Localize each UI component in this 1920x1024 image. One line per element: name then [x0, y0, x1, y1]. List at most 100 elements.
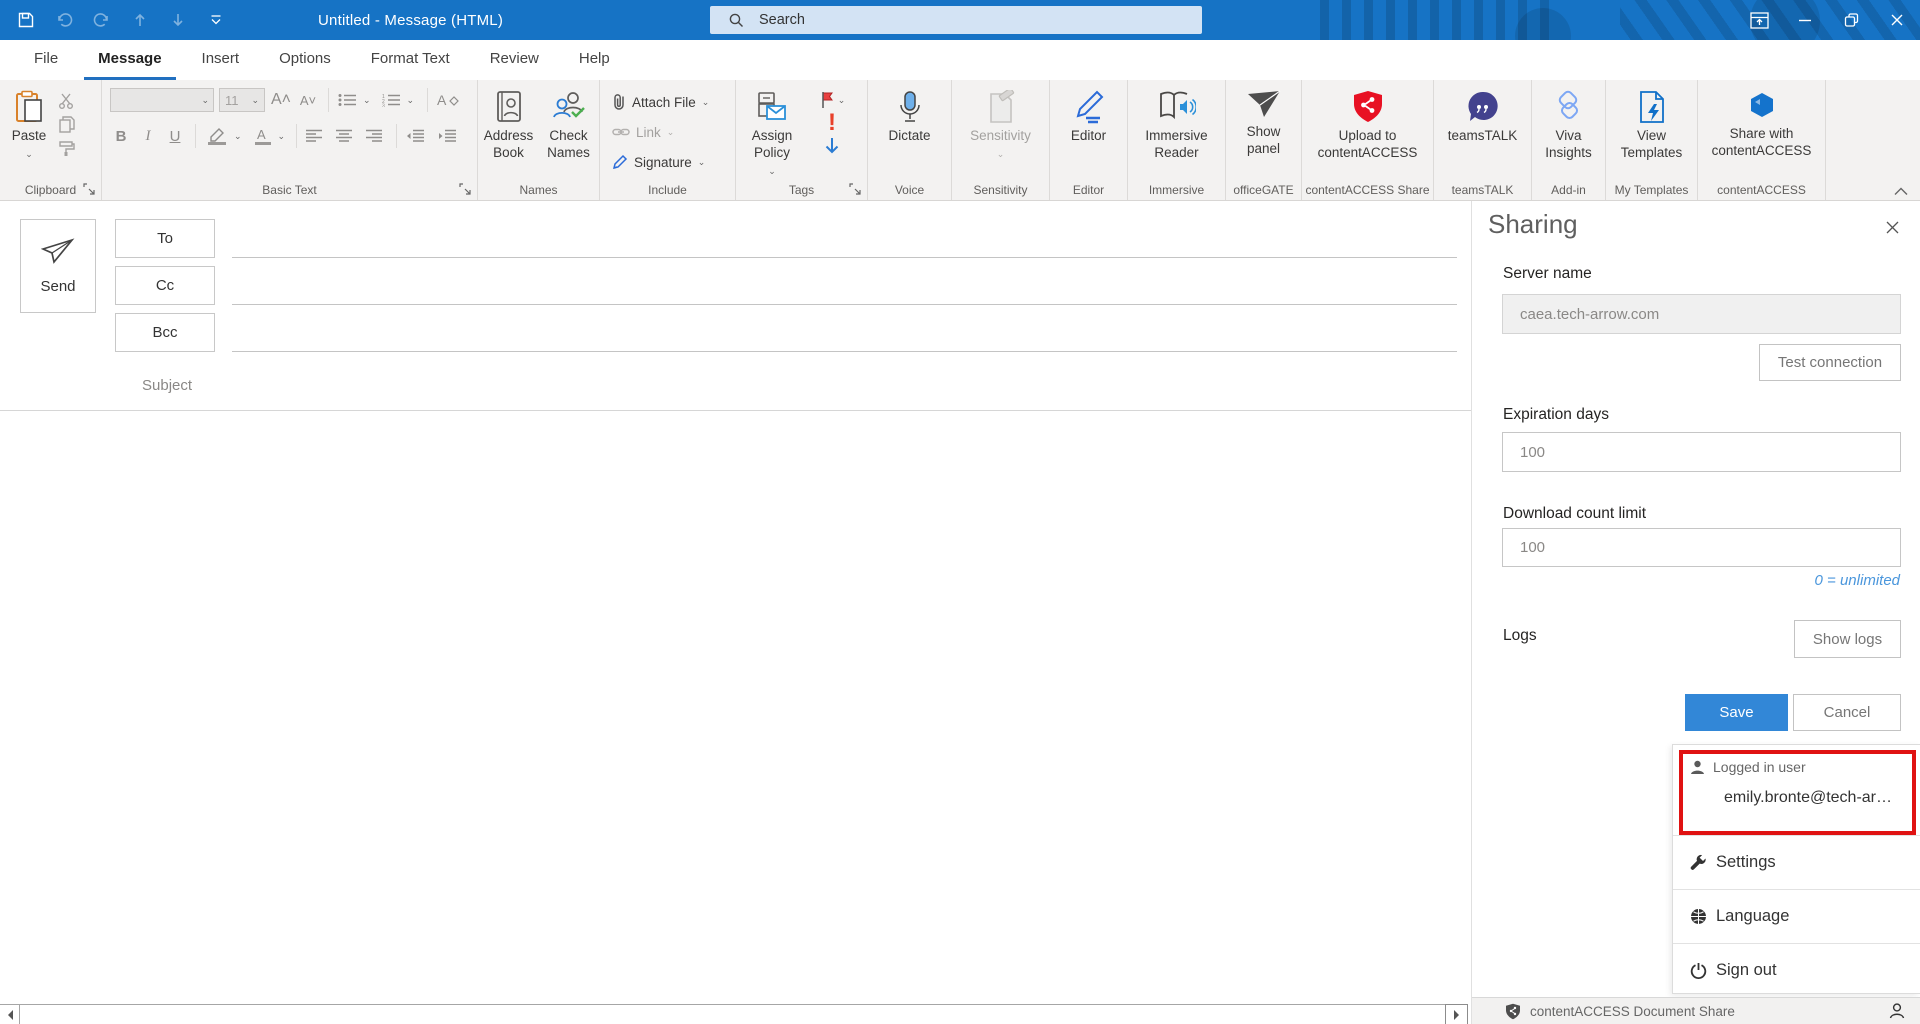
paste-button[interactable]: Paste ⌄	[0, 85, 58, 177]
show-logs-button[interactable]: Show logs	[1794, 620, 1901, 658]
basic-text-dialog-launcher-icon[interactable]	[459, 183, 472, 196]
scroll-right-icon[interactable]	[1445, 1004, 1468, 1024]
address-book-button[interactable]: Address Book	[479, 85, 539, 177]
dictate-button[interactable]: Dictate	[875, 85, 945, 177]
follow-up-flag-icon[interactable]	[819, 91, 835, 109]
editor-button[interactable]: Editor	[1057, 85, 1121, 177]
check-names-button[interactable]: Check Names	[539, 85, 599, 177]
show-panel-button[interactable]: Show panel	[1229, 85, 1299, 177]
menu-item-settings[interactable]: Settings	[1673, 836, 1920, 889]
italic-button[interactable]: I	[137, 128, 159, 145]
cancel-button[interactable]: Cancel	[1793, 694, 1901, 731]
align-center-icon[interactable]	[336, 129, 353, 143]
shrink-font-icon[interactable]: A˅	[297, 93, 319, 108]
immersive-reader-button[interactable]: Immersive Reader	[1131, 85, 1223, 177]
officegate-plane-icon	[1246, 90, 1282, 120]
highlight-color-icon[interactable]	[205, 127, 229, 145]
test-connection-button[interactable]: Test connection	[1759, 344, 1901, 381]
download-count-limit-input[interactable]: 100	[1502, 528, 1901, 567]
server-name-input[interactable]: caea.tech-arrow.com	[1502, 294, 1901, 334]
view-templates-button[interactable]: View Templates	[1609, 85, 1695, 177]
ribbon-group-names: Address Book Check Names Names	[478, 80, 600, 200]
menu-item-sign-out[interactable]: Sign out	[1673, 944, 1920, 997]
signature-button[interactable]: Signature ⌄	[612, 150, 735, 174]
align-right-icon[interactable]	[366, 129, 383, 143]
panel-close-icon[interactable]	[1880, 215, 1904, 239]
bcc-button[interactable]: Bcc	[115, 313, 215, 352]
tab-insert[interactable]: Insert	[188, 40, 254, 80]
tags-dialog-launcher-icon[interactable]	[849, 183, 862, 196]
teamstalk-button[interactable]: teamsTALK	[1437, 85, 1529, 177]
cut-icon[interactable]	[58, 93, 76, 109]
collapse-ribbon-icon[interactable]	[1894, 187, 1908, 196]
low-importance-icon[interactable]	[824, 137, 840, 157]
tab-options[interactable]: Options	[265, 40, 345, 80]
search-input[interactable]: Search	[710, 6, 1202, 34]
cc-input[interactable]	[232, 304, 1457, 305]
undo-icon[interactable]	[52, 8, 76, 32]
clear-formatting-icon[interactable]: A	[437, 92, 459, 108]
high-importance-icon[interactable]: !	[828, 111, 836, 135]
font-name-select[interactable]: ⌄	[110, 88, 214, 112]
wrench-icon	[1690, 854, 1707, 871]
increase-indent-icon[interactable]	[438, 129, 457, 143]
viva-insights-button[interactable]: Viva Insights	[1535, 85, 1603, 177]
minimize-button[interactable]	[1782, 0, 1828, 40]
tab-file[interactable]: File	[20, 40, 72, 80]
scroll-left-icon[interactable]	[0, 1005, 20, 1024]
assign-policy-button[interactable]: Assign Policy ⌄	[736, 85, 808, 177]
bullets-icon[interactable]	[338, 93, 358, 107]
ribbon-display-options-icon[interactable]	[1736, 0, 1782, 40]
bold-button[interactable]: B	[110, 128, 132, 145]
immersive-group-label: Immersive	[1148, 183, 1205, 197]
tab-help[interactable]: Help	[565, 40, 624, 80]
download-count-limit-label: Download count limit	[1503, 505, 1647, 522]
message-body[interactable]	[0, 411, 1471, 1001]
teamstalk-bubble-icon	[1466, 90, 1500, 124]
ribbon-group-sensitivity: Sensitivity ⌄ Sensitivity	[952, 80, 1050, 200]
expiration-days-input[interactable]: 100	[1502, 432, 1901, 472]
link-button[interactable]: Link ⌄	[612, 120, 735, 144]
grow-font-icon[interactable]: A˄	[270, 91, 292, 109]
move-down-icon[interactable]	[166, 8, 190, 32]
outlook-message-window: Untitled - Message (HTML) Search File Me…	[0, 0, 1920, 1024]
redo-icon[interactable]	[90, 8, 114, 32]
customize-qat-icon[interactable]	[204, 8, 228, 32]
send-button[interactable]: Send	[20, 219, 96, 313]
font-color-icon[interactable]: A	[253, 127, 273, 145]
attach-file-button[interactable]: Attach File ⌄	[612, 90, 735, 114]
to-button[interactable]: To	[115, 219, 215, 258]
save-button[interactable]: Save	[1685, 694, 1788, 731]
move-up-icon[interactable]	[128, 8, 152, 32]
numbering-icon[interactable]: 123	[382, 93, 402, 107]
ribbon-group-basic-text: ⌄ 11 ⌄ A˄ A˅ ⌄ 123 ⌄ A B I U ⌄ A ⌄ Basic…	[102, 80, 478, 200]
sensitivity-button[interactable]: Sensitivity ⌄	[956, 85, 1046, 177]
menu-item-language[interactable]: Language	[1673, 890, 1920, 943]
ribbon-group-clipboard: Paste ⌄ Clipboard	[0, 80, 102, 200]
server-name-label: Server name	[1503, 265, 1592, 282]
copy-icon[interactable]	[58, 116, 76, 133]
cc-button[interactable]: Cc	[115, 266, 215, 305]
format-painter-icon[interactable]	[58, 140, 76, 157]
tab-format-text[interactable]: Format Text	[357, 40, 464, 80]
to-input[interactable]	[232, 257, 1457, 258]
decrease-indent-icon[interactable]	[406, 129, 425, 143]
save-icon[interactable]	[14, 8, 38, 32]
font-size-select[interactable]: 11 ⌄	[219, 88, 265, 112]
tab-review[interactable]: Review	[476, 40, 553, 80]
tab-message[interactable]: Message	[84, 40, 176, 80]
horizontal-scrollbar[interactable]	[0, 1004, 1468, 1024]
upload-to-contentaccess-button[interactable]: Upload to contentACCESS	[1305, 85, 1431, 177]
ribbon-group-addin: Viva Insights Add-in	[1532, 80, 1606, 200]
voice-group-label: Voice	[894, 183, 925, 197]
clipboard-dialog-launcher-icon[interactable]	[83, 183, 96, 196]
restore-button[interactable]	[1828, 0, 1874, 40]
underline-button[interactable]: U	[164, 128, 186, 145]
account-person-icon[interactable]	[1888, 1002, 1906, 1020]
close-button[interactable]	[1874, 0, 1920, 40]
align-left-icon[interactable]	[306, 129, 323, 143]
assign-policy-icon	[755, 90, 789, 124]
share-with-contentaccess-button[interactable]: Share with contentACCESS	[1701, 85, 1823, 177]
send-plane-icon	[41, 237, 75, 264]
bcc-input[interactable]	[232, 351, 1457, 352]
